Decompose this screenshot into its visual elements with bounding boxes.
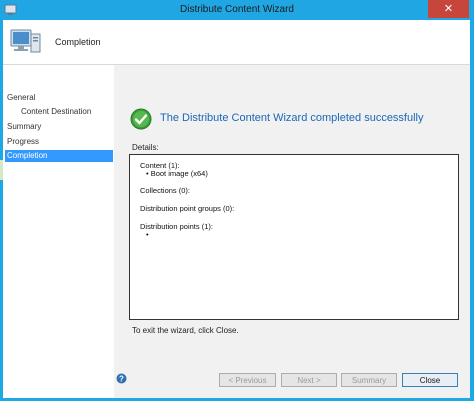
- window-title: Distribute Content Wizard: [180, 4, 294, 15]
- content-pane: The Distribute Content Wizard completed …: [114, 65, 470, 385]
- close-button[interactable]: Close: [402, 373, 458, 387]
- details-content-item: • Boot image (x64): [146, 169, 208, 178]
- svg-text:?: ?: [119, 374, 124, 383]
- nav-item-completion[interactable]: Completion: [5, 150, 113, 162]
- details-dp-header: Distribution points (1):: [140, 222, 213, 231]
- nav-item-summary[interactable]: Summary: [7, 121, 113, 133]
- next-button[interactable]: Next >: [281, 373, 337, 387]
- computer-icon: [10, 29, 41, 53]
- nav-item-general[interactable]: General: [7, 92, 113, 104]
- previous-button[interactable]: < Previous: [219, 373, 276, 387]
- page-title: Completion: [55, 37, 101, 47]
- details-dp-item: •: [146, 230, 149, 239]
- close-icon: ✕: [443, 3, 454, 15]
- details-collections: Collections (0):: [140, 186, 191, 195]
- wizard-window: Completion General Content Destination S…: [3, 20, 470, 398]
- nav-item-content-destination[interactable]: Content Destination: [21, 106, 113, 118]
- success-message: The Distribute Content Wizard completed …: [160, 112, 424, 124]
- green-checkmark-icon: [130, 108, 152, 130]
- nav-item-progress[interactable]: Progress: [7, 136, 113, 148]
- summary-button[interactable]: Summary: [341, 373, 397, 387]
- details-box[interactable]: Content (1): • Boot image (x64) Collecti…: [129, 154, 459, 320]
- window-close-button[interactable]: ✕: [428, 0, 469, 18]
- help-icon[interactable]: ?: [116, 373, 127, 384]
- details-dp-groups: Distribution point groups (0):: [140, 204, 235, 213]
- exit-instructions: To exit the wizard, click Close.: [132, 326, 239, 335]
- wizard-nav: General Content Destination Summary Prog…: [3, 65, 113, 398]
- wizard-header: Completion: [3, 20, 470, 65]
- title-bar[interactable]: Distribute Content Wizard ✕: [0, 0, 474, 20]
- details-label: Details:: [132, 143, 159, 152]
